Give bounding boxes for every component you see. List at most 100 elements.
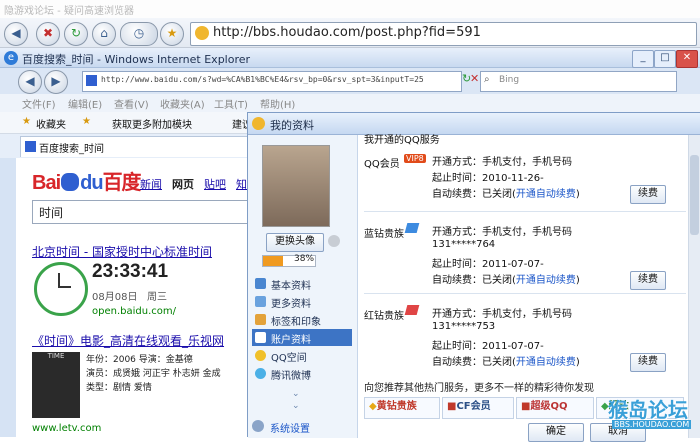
hot-service-cf[interactable]: ■CF会员 [442,397,514,419]
service-start: 起止时间：2011-07-07- [432,259,544,270]
menu-tools[interactable]: 工具(T) [214,96,248,111]
user-icon[interactable] [328,235,340,247]
baidu-search-input[interactable]: 时间 [32,200,248,224]
enable-renew-link[interactable]: 开通自动续费 [516,357,576,368]
tab-page-icon [25,141,36,152]
scroll-down-more-icon[interactable]: ⌄ [292,401,300,411]
add-favorite-icon[interactable]: ★ [82,116,91,127]
ie-search-box[interactable]: ⌕ Bing [480,71,677,92]
sidebar-item-weibo[interactable]: 腾讯微博 [252,365,352,382]
change-avatar-button[interactable]: 更换头像 [266,233,324,252]
ie-address-bar[interactable]: http://www.baidu.com/s?wd=%CA%B1%BC%E4&r… [82,71,462,92]
menu-file[interactable]: 文件(F) [22,96,56,111]
menu-favorites[interactable]: 收藏夹(A) [160,96,205,111]
outer-stop-icon[interactable]: ✖ [36,22,60,46]
profile-dialog: 我的资料 更换头像 38% 基本资料 更多资料 标签和印象 账户资料 QQ空间 … [247,112,700,442]
ie-title-text: 百度搜索_时间 - Windows Internet Explorer [22,53,251,66]
enable-renew-link[interactable]: 开通自动续费 [516,275,576,286]
clock-time: 23:33:41 [92,261,169,282]
paw-icon [61,173,80,191]
progress-label: 38% [294,254,315,264]
divider [364,211,686,212]
service-name: 红钻贵族 [364,311,404,322]
hot-service-superqq[interactable]: ■超级QQ [516,397,594,419]
clock-date: 08月08日 周三 [92,292,167,303]
system-settings-link[interactable]: 系统设置 [270,420,310,435]
renew-button[interactable]: 续费 [630,271,666,290]
renew-suffix: ) [575,357,580,368]
service-start: 起止时间：2010-11-26- [432,173,544,184]
logo-du: du [80,172,103,194]
service-method: 开通方式：手机支付，手机号码 [432,309,572,320]
baidu-logo[interactable]: Bai du百度 [32,166,142,195]
clock-source[interactable]: open.baidu.com/ [92,306,176,317]
favorites-star-icon: ★ [22,116,31,127]
clock-icon [34,262,88,316]
minimize-button[interactable]: _ [632,50,654,68]
renew-button[interactable]: 续费 [630,353,666,372]
search-query: 时间 [39,206,64,220]
result-1-title[interactable]: 北京时间 - 国家授时中心标准时间 [32,243,212,260]
scroll-thumb[interactable] [690,155,699,235]
scroll-down-icon[interactable]: ⌄ [292,389,300,399]
logo-baidu-cn: 百度 [102,172,142,194]
nav-news[interactable]: 新闻 [140,176,162,192]
favorites-button[interactable]: 收藏夹 [36,116,66,131]
outer-back-icon[interactable]: ◀ [4,22,28,46]
movie-poster[interactable]: TIME [32,352,80,418]
logo-bai: Bai [32,172,61,194]
dialog-titlebar: 我的资料 [248,113,700,135]
avatar[interactable] [262,145,330,227]
page-icon [86,75,97,86]
result-2-title[interactable]: 《时间》电影_高清在线观看_乐视网 [32,332,224,349]
fav-item-addons[interactable]: 获取更多附加模块 [112,116,192,131]
stop-icon[interactable]: ✕ [470,72,479,85]
renew-button[interactable]: 续费 [630,185,666,204]
menu-view[interactable]: 查看(V) [114,96,149,111]
sidebar-label: 更多资料 [271,299,311,310]
dialog-scrollbar[interactable] [688,135,700,438]
service-renew: 自动续费：已关闭(开通自动续费) [432,353,580,368]
service-name: 蓝钻贵族 [364,229,404,240]
service-renew: 自动续费：已关闭(开通自动续费) [432,271,580,286]
renew-prefix: 自动续费：已关闭( [432,357,516,368]
nav-zhidao[interactable]: 知 [236,176,247,192]
close-button[interactable]: ✕ [676,50,698,68]
ie-forward-icon[interactable]: ▶ [44,70,68,94]
service-method: 开通方式：手机支付，手机号码 [432,227,572,238]
sidebar-item-qzone[interactable]: QQ空间 [252,347,352,364]
result-2-source[interactable]: www.letv.com [32,423,101,434]
tab-baidu[interactable]: 百度搜索_时间 [20,136,248,157]
settings-icon [252,420,264,432]
result-2-cast: 演员：成贤娥 河正宇 朴志妍 金成 [86,369,221,379]
sidebar-item-basic[interactable]: 基本资料 [252,275,352,292]
sidebar-item-tags[interactable]: 标签和印象 [252,311,352,328]
outer-refresh-icon[interactable]: ↻ [64,22,88,46]
dialog-title: 我的资料 [270,119,314,132]
sidebar-label: 腾讯微博 [271,371,311,382]
maximize-button[interactable]: □ [654,50,676,68]
sidebar-label: QQ空间 [271,353,307,364]
ie-navbar: ◀ ▶ http://www.baidu.com/s?wd=%CA%B1%BC%… [0,68,700,94]
hot-service-yellow[interactable]: ◆黄钻贵族 [364,397,440,419]
outer-home-icon[interactable]: ⌂ [92,22,116,46]
enable-renew-link[interactable]: 开通自动续费 [516,189,576,200]
nav-web[interactable]: 网页 [172,176,194,192]
service-phone: 131*****753 [432,321,496,332]
service-row: 蓝钻贵族 开通方式：手机支付，手机号码 131*****764 起止时间：201… [358,217,688,290]
red-diamond-icon [404,305,420,315]
ie-back-icon[interactable]: ◀ [18,70,42,94]
sidebar-label: 基本资料 [271,281,311,292]
menu-help[interactable]: 帮助(H) [260,96,295,111]
outer-favorite-icon[interactable]: ★ [160,22,184,46]
outer-address-bar[interactable]: http://bbs.houdao.com/post.php?fid=591 [190,22,697,46]
sidebar-item-account[interactable]: 账户资料 [252,329,352,346]
ok-button[interactable]: 确定 [528,423,584,442]
menu-edit[interactable]: 编辑(E) [68,96,102,111]
site-icon [195,26,209,40]
outer-history-icon[interactable]: ◷ [120,22,158,46]
sidebar-item-more[interactable]: 更多资料 [252,293,352,310]
outer-address-text: http://bbs.houdao.com/post.php?fid=591 [213,25,481,40]
nav-tieba[interactable]: 贴吧 [204,176,226,192]
blue-diamond-icon [404,223,420,233]
